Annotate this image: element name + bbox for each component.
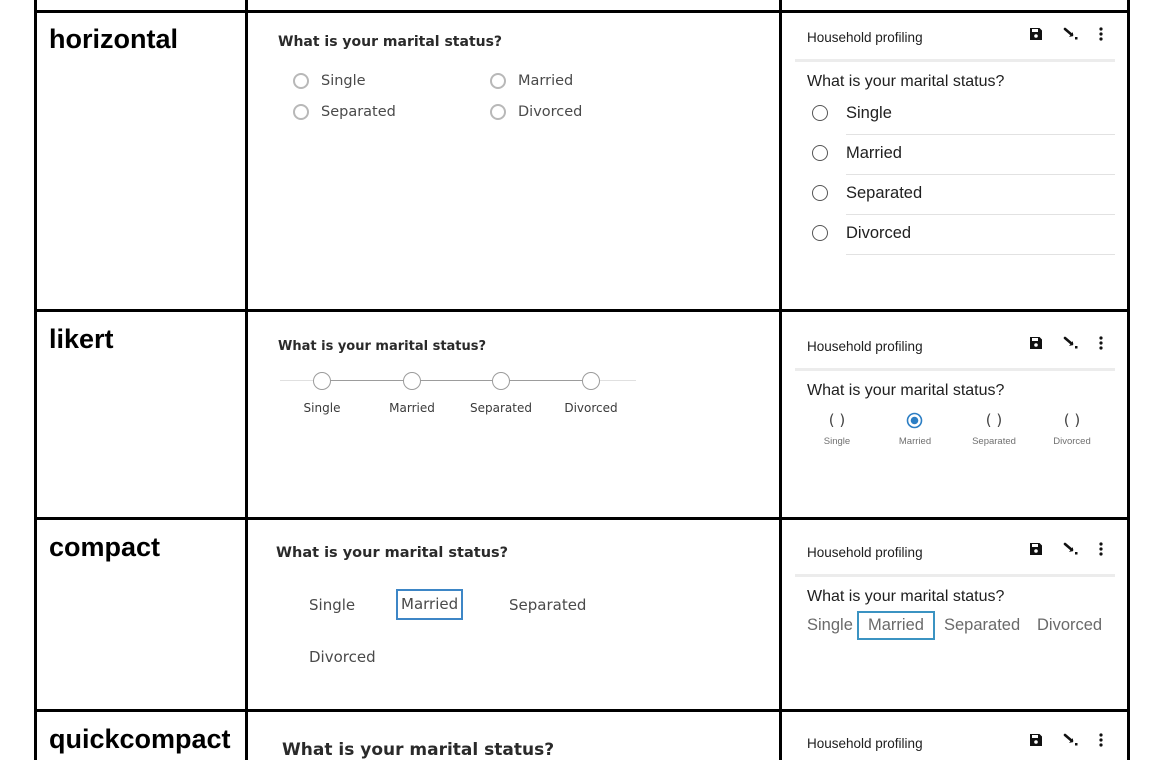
radio-option-divorced[interactable]: Divorced (812, 215, 1115, 255)
likert-label-married: Married (898, 436, 932, 447)
compact-option-separated[interactable]: Separated (944, 616, 1020, 635)
more-vert-icon[interactable] (1099, 336, 1103, 350)
radio-button[interactable] (293, 104, 309, 120)
option-divider (846, 254, 1115, 255)
save-icon[interactable] (1029, 733, 1043, 747)
radio-option-married[interactable]: Married (812, 135, 1115, 175)
row-label-compact: compact (49, 532, 161, 562)
radio-button[interactable] (812, 185, 828, 201)
edit-arrow-icon[interactable] (1063, 542, 1079, 556)
layout-table: horizontal likert compact quickcompact W… (0, 0, 1160, 760)
compact-option-separated[interactable]: Separated (509, 596, 586, 614)
option-label: Divorced (518, 104, 583, 120)
question-label: What is your marital status? (278, 339, 487, 354)
compact-option-married-selected[interactable]: Married (396, 589, 464, 620)
likert-label-single: Single (823, 436, 851, 447)
compact-option-married-selected[interactable]: Married (857, 611, 935, 640)
radio-option-divorced[interactable]: Divorced (490, 104, 582, 120)
row-divider (34, 309, 1130, 312)
likert-point-divorced[interactable] (582, 372, 600, 390)
question-label: What is your marital status? (807, 382, 1005, 399)
radio-option-separated[interactable]: Separated (812, 175, 1115, 215)
likert-label-single: Single (303, 401, 341, 415)
option-label: Separated (321, 104, 396, 120)
edit-arrow-icon[interactable] (1063, 336, 1079, 350)
option-label: Divorced (846, 224, 912, 242)
question-label: What is your marital status? (807, 73, 1005, 90)
more-vert-icon[interactable] (1099, 733, 1103, 747)
header-divider (795, 574, 1115, 577)
radio-option-married[interactable]: Married (490, 73, 573, 89)
likert-point-separated[interactable] (492, 372, 510, 390)
question-label: What is your marital status? (276, 545, 509, 561)
save-icon[interactable] (1029, 542, 1043, 556)
likert-label-divorced: Divorced (1053, 436, 1091, 447)
likert-label-separated: Separated (470, 401, 532, 415)
compact-option-divorced[interactable]: Divorced (309, 648, 376, 666)
question-label: What is your marital status? (282, 740, 555, 760)
radio-button[interactable] (812, 145, 828, 161)
likert-point-single[interactable] (313, 372, 331, 390)
app-header-title: Household profiling (807, 30, 923, 45)
app-header-title: Household profiling (807, 339, 923, 354)
likert-label-separated: Separated (972, 436, 1016, 447)
row-divider (34, 517, 1130, 520)
table-border-col1 (245, 0, 248, 760)
radio-option-separated[interactable]: Separated (293, 104, 396, 120)
radio-button[interactable] (490, 73, 506, 89)
save-icon[interactable] (1029, 336, 1043, 350)
save-icon[interactable] (1029, 27, 1043, 41)
option-label: Single (846, 104, 892, 122)
header-divider (795, 59, 1115, 62)
likert-point-single[interactable]: ( ) (829, 411, 845, 429)
row-label-quickcompact: quickcompact (49, 724, 231, 754)
edit-arrow-icon[interactable] (1063, 733, 1079, 747)
more-vert-icon[interactable] (1099, 542, 1103, 556)
table-border-right (1127, 0, 1130, 760)
likert-point-married-selected[interactable] (906, 412, 923, 429)
table-border-col2 (779, 0, 782, 760)
likert-point-divorced[interactable]: ( ) (1064, 411, 1080, 429)
table-border-left (34, 0, 37, 760)
row-label-horizontal: horizontal (49, 24, 178, 54)
row-divider (34, 10, 1130, 13)
option-label: Single (321, 73, 366, 89)
option-label: Separated (846, 184, 923, 202)
radio-button[interactable] (812, 225, 828, 241)
app-header: Household profiling (807, 542, 1115, 566)
more-vert-icon[interactable] (1099, 27, 1103, 41)
app-header: Household profiling (807, 733, 1115, 757)
app-header: Household profiling (807, 27, 1115, 51)
app-header-title: Household profiling (807, 736, 923, 751)
likert-point-married[interactable] (403, 372, 421, 390)
option-label: Married (846, 144, 902, 162)
radio-option-single[interactable]: Single (812, 95, 1115, 135)
compact-option-divorced[interactable]: Divorced (1037, 616, 1102, 635)
likert-connector (322, 380, 592, 381)
compact-option-single[interactable]: Single (807, 616, 853, 635)
question-label: What is your marital status? (278, 34, 503, 50)
radio-button[interactable] (812, 105, 828, 121)
option-label: Married (518, 73, 574, 89)
row-divider (34, 709, 1130, 712)
row-label-likert: likert (49, 324, 114, 354)
likert-label-divorced: Divorced (564, 401, 618, 415)
question-label: What is your marital status? (807, 588, 1005, 605)
edit-arrow-icon[interactable] (1063, 27, 1079, 41)
radio-option-single[interactable]: Single (293, 73, 366, 89)
likert-point-separated[interactable]: ( ) (986, 411, 1002, 429)
app-header-title: Household profiling (807, 545, 923, 560)
radio-button[interactable] (490, 104, 506, 120)
compact-option-single[interactable]: Single (309, 596, 355, 614)
likert-label-married: Married (389, 401, 435, 415)
app-header: Household profiling (807, 336, 1115, 360)
radio-button[interactable] (293, 73, 309, 89)
header-divider (795, 368, 1115, 371)
